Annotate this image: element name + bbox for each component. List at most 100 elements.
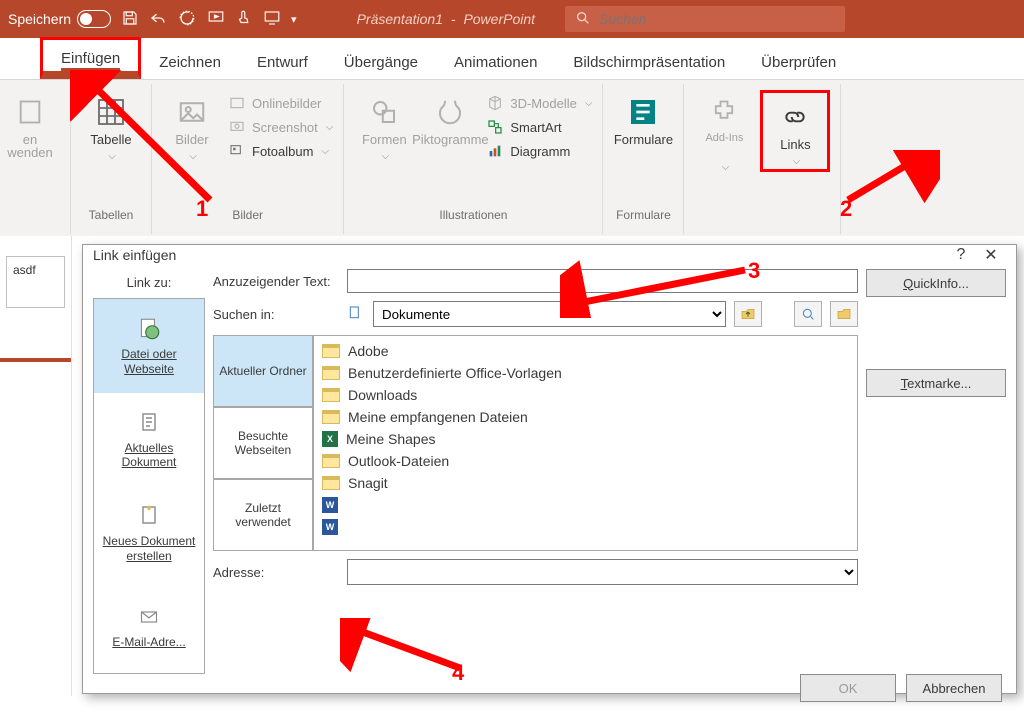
dropdown-caret-icon[interactable]: ▾: [291, 13, 297, 26]
photoalbum-button[interactable]: Fotoalbum⌵: [228, 142, 333, 160]
link-to-email[interactable]: E-Mail-Adre...: [94, 580, 204, 674]
list-item[interactable]: W: [316, 516, 855, 538]
tab-browsed-pages[interactable]: Besuchte Webseiten: [213, 407, 313, 479]
selection-underline: [0, 358, 71, 362]
online-images-button[interactable]: Onlinebilder: [228, 94, 333, 112]
group-forms-label: Formulare: [616, 208, 671, 222]
quickinfo-button[interactable]: QuickInfo...: [866, 269, 1006, 297]
slide-thumb-text: asdf: [13, 263, 36, 277]
group-images-label: Bilder: [232, 208, 263, 222]
ribbon-tabs: Einfügen Zeichnen Entwurf Übergänge Anim…: [0, 38, 1024, 80]
touch-mode-icon[interactable]: [235, 9, 253, 30]
tab-draw[interactable]: Zeichnen: [141, 44, 239, 79]
document-title: Präsentation1 - PowerPoint: [357, 11, 535, 27]
browse-file-button[interactable]: [830, 301, 858, 327]
forms-button[interactable]: Formulare: [613, 90, 673, 147]
look-in-select[interactable]: Dokumente: [373, 301, 726, 327]
list-item[interactable]: W: [316, 494, 855, 516]
look-in-label: Suchen in:: [213, 307, 339, 322]
group-label: [761, 208, 764, 222]
list-item[interactable]: Meine empfangenen Dateien: [316, 406, 855, 428]
list-item[interactable]: Adobe: [316, 340, 855, 362]
autosave-toggle[interactable]: Speichern: [8, 10, 111, 28]
chevron-down-icon: ⌵: [382, 151, 390, 162]
links-button[interactable]: Links ⌵: [765, 95, 825, 167]
tab-insert[interactable]: Einfügen: [40, 37, 141, 79]
link-to-header: Link zu:: [93, 269, 205, 298]
smartart-button[interactable]: SmartArt: [486, 118, 592, 136]
icons-button[interactable]: Piktogramme: [420, 90, 480, 147]
autosave-label: Speichern: [8, 11, 71, 27]
folder-icon: [322, 410, 340, 424]
3dmodels-button[interactable]: 3D-Modelle⌵: [486, 94, 592, 112]
group-illustrations-label: Illustrationen: [439, 208, 507, 222]
list-item[interactable]: Snagit: [316, 472, 855, 494]
group-label: [28, 208, 31, 222]
envelope-icon: [135, 603, 163, 631]
excel-icon: X: [322, 431, 338, 447]
slide-icon: [14, 96, 46, 128]
cancel-button[interactable]: Abbrechen: [906, 674, 1002, 702]
tab-review[interactable]: Überprüfen: [743, 44, 854, 79]
present-icon[interactable]: [207, 9, 225, 30]
pictograms-icon: [434, 96, 466, 128]
undo-icon[interactable]: [149, 9, 167, 30]
search-input[interactable]: [599, 11, 835, 27]
tab-transitions[interactable]: Übergänge: [326, 44, 436, 79]
display-text-label: Anzuzeigender Text:: [213, 274, 339, 289]
folder-icon: [322, 476, 340, 490]
addins-button[interactable]: Add-Ins ⌵: [694, 90, 754, 173]
address-combo[interactable]: [347, 559, 858, 585]
list-item[interactable]: Downloads: [316, 384, 855, 406]
addins-icon: [708, 96, 740, 128]
new-document-icon: [135, 502, 163, 530]
insert-link-dialog: Link einfügen ? ✕ Link zu: Datei oder We…: [82, 244, 1017, 694]
browse-web-button[interactable]: [794, 301, 822, 327]
tab-animations[interactable]: Animationen: [436, 44, 555, 79]
list-item[interactable]: XMeine Shapes: [316, 428, 855, 450]
tab-current-folder[interactable]: Aktueller Ordner: [213, 335, 313, 407]
up-folder-button[interactable]: [734, 301, 762, 327]
title-bar: Speichern ▾ Präsentation1 - PowerPoint: [0, 0, 1024, 38]
cube-icon: [486, 94, 504, 112]
chart-icon: [486, 142, 504, 160]
list-item[interactable]: Outlook-Dateien: [316, 450, 855, 472]
list-item[interactable]: Benutzerdefinierte Office-Vorlagen: [316, 362, 855, 384]
close-button[interactable]: ✕: [976, 245, 1006, 265]
images-button[interactable]: Bilder ⌵: [162, 90, 222, 162]
link-to-current-doc[interactable]: Aktuelles Dokument: [94, 393, 204, 487]
ok-button[interactable]: OK: [800, 674, 896, 702]
folder-icon: [347, 305, 365, 324]
app-name: PowerPoint: [463, 11, 535, 27]
smartart-icon: [486, 118, 504, 136]
chart-button[interactable]: Diagramm: [486, 142, 592, 160]
link-to-new-doc[interactable]: Neues Dokument erstellen: [94, 486, 204, 580]
tab-design[interactable]: Entwurf: [239, 44, 326, 79]
reuse-slides-button[interactable]: en wenden: [0, 90, 60, 160]
link-to-sidebar: Link zu: Datei oder Webseite Aktuelles D…: [93, 269, 205, 674]
album-icon: [228, 142, 246, 160]
redo-icon[interactable]: [177, 9, 197, 30]
help-button[interactable]: ?: [946, 246, 976, 264]
search-box[interactable]: [565, 6, 845, 32]
slide-panel: asdf: [0, 236, 72, 696]
quick-access-toolbar: Speichern ▾: [8, 9, 297, 30]
word-icon: W: [322, 519, 338, 535]
save-icon[interactable]: [121, 9, 139, 30]
file-list[interactable]: Adobe Benutzerdefinierte Office-Vorlagen…: [313, 335, 858, 551]
table-button[interactable]: Tabelle ⌵: [81, 90, 141, 162]
screenshot-button[interactable]: Screenshot⌵: [228, 118, 333, 136]
dialog-footer: OK Abbrechen: [83, 674, 1016, 710]
search-icon: [575, 10, 591, 29]
shapes-button[interactable]: Formen ⌵: [354, 90, 414, 162]
folder-icon: [322, 388, 340, 402]
slide-thumbnail[interactable]: asdf: [6, 256, 65, 308]
link-to-file-or-web[interactable]: Datei oder Webseite: [94, 299, 204, 393]
bookmark-button[interactable]: Textmarke...: [866, 369, 1006, 397]
more-quick-access-icon[interactable]: [263, 9, 281, 30]
dialog-main: Anzuzeigender Text: Suchen in: Dokumente…: [213, 269, 858, 674]
display-text-input[interactable]: [347, 269, 858, 293]
chevron-down-icon: ⌵: [793, 156, 801, 167]
tab-slideshow[interactable]: Bildschirmpräsentation: [555, 44, 743, 79]
tab-recent-files[interactable]: Zuletzt verwendet: [213, 479, 313, 551]
